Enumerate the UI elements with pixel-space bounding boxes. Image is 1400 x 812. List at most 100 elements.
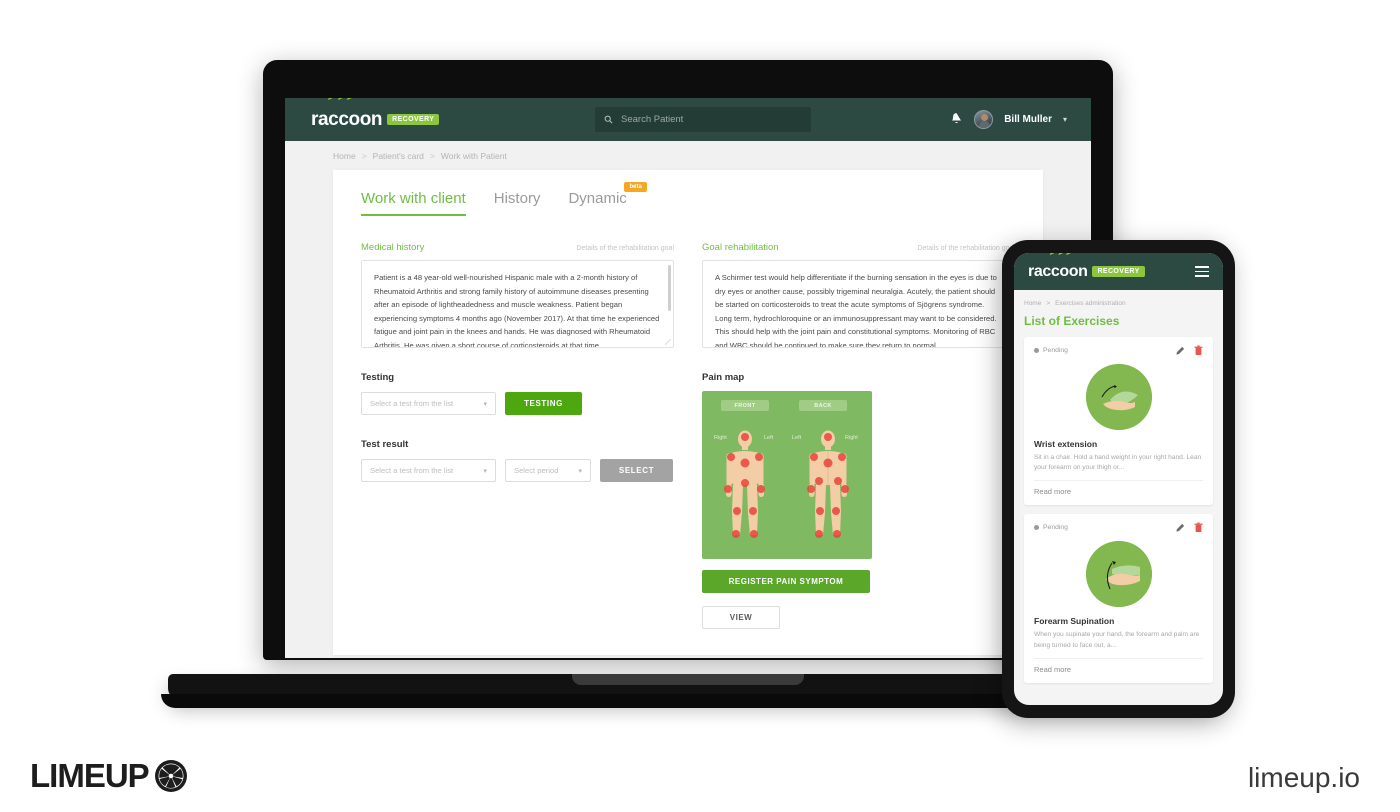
testing-label: Testing [361, 372, 395, 383]
resize-handle-icon[interactable] [665, 339, 671, 345]
breadcrumb-item-home[interactable]: Home [333, 151, 356, 161]
breadcrumb: Home > Patient's card > Work with Patien… [285, 141, 1091, 161]
chevron-down-icon: ▾ [483, 467, 487, 475]
screenshot-canvas: raccoon RECOVERY Search Patient Bill Mul… [0, 0, 1400, 812]
mobile-breadcrumb: Home > Exercises administration [1024, 300, 1213, 307]
medical-history-text: Patient is a 48 year-old well-nourished … [374, 273, 660, 348]
app-header: raccoon RECOVERY Search Patient Bill Mul… [285, 98, 1091, 141]
mobile-header: raccoon RECOVERY [1014, 253, 1223, 290]
exercise-card-top: Pending [1034, 345, 1203, 356]
chevron-down-icon: ▾ [483, 400, 487, 408]
testing-select[interactable]: Select a test from the list ▾ [361, 392, 496, 415]
tab-work-with-client[interactable]: Work with client [361, 190, 466, 216]
search-box[interactable]: Search Patient [595, 107, 811, 132]
trash-icon[interactable] [1194, 522, 1203, 533]
exercise-image [1085, 364, 1152, 430]
testing-select-value: Select a test from the list [370, 399, 454, 408]
user-name: Bill Muller [1004, 114, 1052, 125]
goal-rehabilitation-textarea[interactable]: A Schirmer test would help differentiate… [702, 260, 1015, 348]
mobile-breadcrumb-item-exercises: Exercises administration [1055, 300, 1126, 307]
breadcrumb-item-patients-card[interactable]: Patient's card [373, 151, 424, 161]
test-result-label: Test result [361, 439, 409, 450]
medical-history-subtitle: Details of the rehabilitation goal [576, 245, 674, 252]
phone-mockup: raccoon RECOVERY Home > Exercises admini… [1002, 240, 1235, 718]
breadcrumb-item-work-with-patient: Work with Patient [440, 151, 507, 161]
pain-map-label: Pain map [702, 372, 745, 383]
main-content-card: Work with client History Dynamic beta Me… [333, 170, 1043, 655]
trash-icon[interactable] [1194, 345, 1203, 356]
limeup-logo: LIMEUP [30, 757, 189, 795]
exercise-status: Pending [1043, 347, 1068, 354]
left-column: Medical history Details of the rehabilit… [361, 242, 674, 629]
raccoon-face-icon [328, 98, 352, 100]
exercise-description: Sit in a chair. Hold a hand weight in yo… [1034, 454, 1202, 472]
exercise-name: Wrist extension [1034, 439, 1098, 449]
test-result-select[interactable]: Select a test from the list ▾ [361, 459, 496, 482]
medical-history-title: Medical history [361, 242, 425, 253]
goal-rehabilitation-header: Goal rehabilitation Details of the rehab… [702, 242, 1015, 253]
tab-dynamic-label: Dynamic [568, 190, 627, 207]
exercise-card-actions [1175, 522, 1203, 533]
mobile-breadcrumb-item-home[interactable]: Home [1024, 300, 1041, 307]
view-button[interactable]: VIEW [702, 606, 780, 629]
exercise-name: Forearm Supination [1034, 616, 1115, 627]
tab-history[interactable]: History [494, 190, 541, 214]
scrollbar-thumb[interactable] [668, 265, 671, 311]
select-button[interactable]: SELECT [600, 459, 673, 482]
mobile-logo-wordmark: raccoon [1028, 262, 1088, 280]
mobile-logo-recovery-badge: RECOVERY [1092, 266, 1145, 277]
medical-history-textarea[interactable]: Patient is a 48 year-old well-nourished … [361, 260, 674, 348]
mobile-body: Home > Exercises administration List of … [1014, 290, 1223, 683]
desktop-app-screen: raccoon RECOVERY Search Patient Bill Mul… [285, 98, 1091, 658]
exercise-card[interactable]: Pending [1024, 514, 1213, 683]
read-more-link[interactable]: Read more [1034, 657, 1203, 674]
header-right-controls: Bill Muller ▾ [950, 98, 1067, 141]
avatar[interactable] [974, 110, 994, 129]
test-result-select-value: Select a test from the list [370, 466, 454, 475]
logo-recovery-badge: RECOVERY [387, 114, 440, 125]
status-dot-icon [1034, 525, 1039, 531]
status-dot-icon [1034, 348, 1039, 353]
logo-wordmark: raccoon [311, 109, 383, 130]
lime-slice-icon [154, 760, 187, 792]
tab-bar: Work with client History Dynamic beta [361, 182, 1015, 216]
breadcrumb-separator: > [1046, 300, 1051, 307]
tab-dynamic[interactable]: Dynamic beta [568, 182, 647, 214]
raccoon-face-icon [1049, 253, 1071, 256]
read-more-link[interactable]: Read more [1034, 480, 1203, 496]
breadcrumb-separator: > [361, 151, 367, 161]
two-column-layout: Medical history Details of the rehabilit… [361, 242, 1015, 629]
exercise-status: Pending [1043, 524, 1068, 532]
status-badge: Pending [1034, 347, 1068, 354]
breadcrumb-separator: > [429, 151, 435, 161]
chevron-down-icon: ▾ [578, 467, 582, 475]
mobile-app-screen: raccoon RECOVERY Home > Exercises admini… [1014, 253, 1223, 705]
limeup-io-wordmark: limeup.io [1247, 762, 1360, 793]
pain-map-image[interactable]: FRONT BACK Right Left Left Right [702, 391, 872, 559]
testing-row: Select a test from the list ▾ TESTING [361, 392, 674, 415]
app-logo[interactable]: raccoon RECOVERY [311, 98, 440, 130]
goal-rehabilitation-title: Goal rehabilitation [702, 242, 779, 253]
exercise-card[interactable]: Pending [1024, 337, 1213, 506]
register-pain-symptom-button[interactable]: REGISTER PAIN SYMPTOM [702, 570, 870, 593]
bell-icon[interactable] [950, 112, 963, 127]
pencil-icon[interactable] [1175, 346, 1185, 356]
laptop-mockup: raccoon RECOVERY Search Patient Bill Mul… [161, 60, 1215, 708]
mobile-app-logo[interactable]: raccoon RECOVERY [1028, 253, 1145, 280]
pencil-icon[interactable] [1175, 523, 1185, 533]
beta-badge: beta [624, 182, 647, 192]
period-select-value: Select period [514, 466, 559, 475]
period-select[interactable]: Select period ▾ [505, 459, 591, 482]
medical-history-header: Medical history Details of the rehabilit… [361, 242, 674, 253]
hamburger-menu-icon[interactable] [1195, 266, 1209, 277]
search-container[interactable]: Search Patient [595, 107, 811, 132]
body-diagram [724, 430, 849, 538]
right-column: Goal rehabilitation Details of the rehab… [702, 242, 1015, 629]
testing-button[interactable]: TESTING [505, 392, 582, 415]
search-input[interactable]: Search Patient [621, 114, 683, 125]
exercise-card-actions [1175, 345, 1203, 356]
limeup-wordmark: LIMEUP [30, 757, 150, 794]
test-result-row: Select a test from the list ▾ Select per… [361, 459, 674, 482]
chevron-down-icon[interactable]: ▾ [1063, 115, 1067, 124]
goal-rehabilitation-text: A Schirmer test would help differentiate… [715, 273, 997, 348]
